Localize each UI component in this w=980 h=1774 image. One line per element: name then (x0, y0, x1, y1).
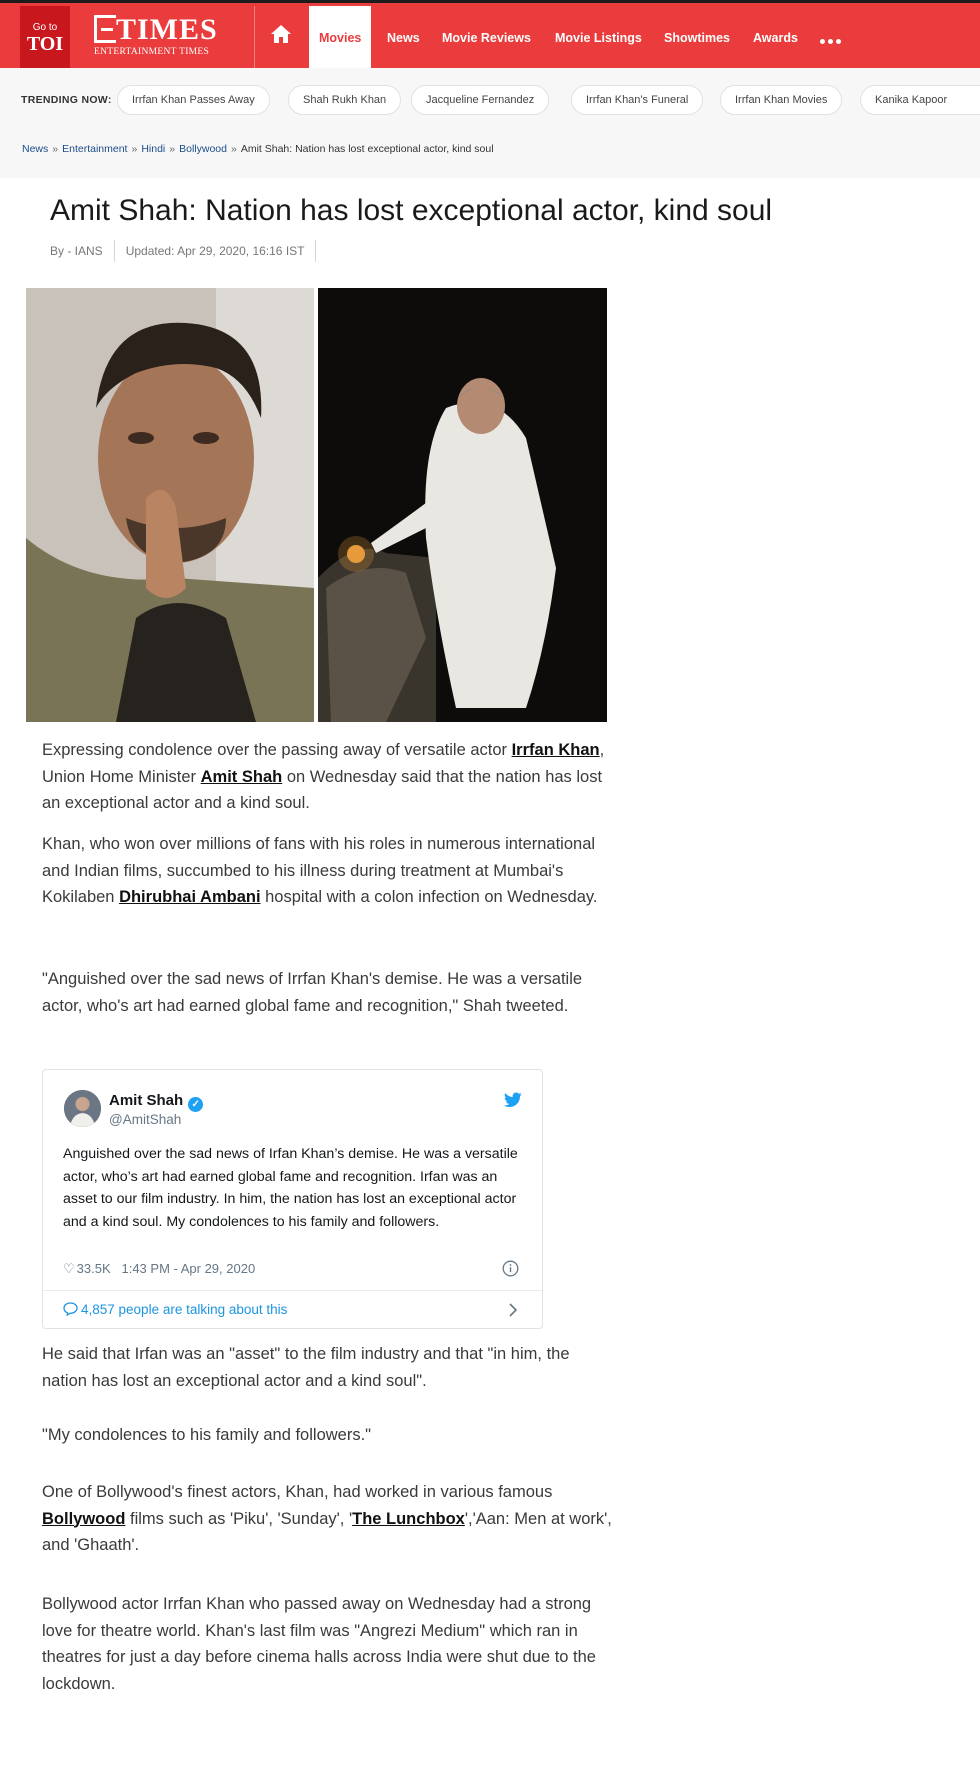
article-paragraph: "Anguished over the sad news of Irrfan K… (42, 970, 583, 1015)
breadcrumb-link[interactable]: Bollywood (179, 143, 227, 155)
twitter-bird-icon[interactable] (503, 1092, 522, 1108)
actor-portrait-photo (26, 288, 314, 722)
nav-item-movies[interactable]: Movies (309, 6, 372, 71)
info-icon[interactable] (502, 1260, 519, 1277)
article-paragraph: Expressing condolence over the passing a… (42, 737, 612, 817)
tweet-author-name-text: Amit Shah (109, 1092, 184, 1109)
article-byline: By - IANS Updated: Apr 29, 2020, 16:16 IS… (50, 240, 327, 262)
top-navigation-bar: Go to TOI TIMES ENTERTAINMENT TIMES Movi… (0, 0, 980, 71)
etimes-logo-wordmark: TIMES (94, 15, 218, 45)
breadcrumb-separator: » (169, 143, 176, 155)
article-paragraph: One of Bollywood's finest actors, Khan, … (42, 1479, 612, 1559)
trending-chip[interactable]: Kanika Kapoor (860, 85, 980, 115)
breadcrumb-link[interactable]: Hindi (141, 143, 165, 155)
breadcrumb-separator: » (131, 143, 138, 155)
paragraph-text: Expressing condolence over the passing a… (42, 741, 512, 759)
breadcrumb: News» Entertainment» Hindi» Bollywood» Amit … (22, 143, 494, 155)
goto-toi-line1: Go to (32, 22, 58, 33)
trending-bar: TRENDING NOW: Irrfan Khan Passes Away Sh… (0, 68, 980, 178)
article-updated: Updated: Apr 29, 2020, 16:16 IST (126, 240, 317, 262)
tweet-author-name[interactable]: Amit Shah ✓ (109, 1092, 204, 1112)
trending-chip[interactable]: Irrfan Khan Movies (720, 85, 843, 115)
bollywood-link[interactable]: Bollywood (42, 1510, 125, 1528)
etimes-logo[interactable]: TIMES ENTERTAINMENT TIMES (94, 15, 218, 57)
article-paragraph: Bollywood actor Irrfan Khan who passed a… (42, 1595, 596, 1693)
breadcrumb-separator: » (230, 143, 237, 155)
goto-toi-button[interactable]: Go to TOI (20, 6, 70, 68)
verified-badge-icon: ✓ (188, 1097, 204, 1112)
tweet-author-avatar[interactable] (64, 1090, 101, 1127)
trending-label: TRENDING NOW: (21, 94, 112, 106)
tweet-conversation-text: 4,857 people are talking about this (81, 1302, 288, 1317)
etimes-logo-text: TIMES (116, 13, 218, 46)
article-paragraph: He said that Irfan was an "asset" to the… (42, 1345, 570, 1390)
dhirubhai-ambani-link[interactable]: Dhirubhai Ambani (119, 888, 260, 906)
trending-chip[interactable]: Shah Rukh Khan (288, 85, 402, 115)
tweet-conversation-link[interactable]: 4,857 people are talking about this (63, 1302, 287, 1317)
minister-tribute-photo (318, 288, 607, 722)
amit-shah-link[interactable]: Amit Shah (201, 768, 283, 786)
nav-item-news[interactable]: News (387, 6, 420, 71)
article-image (26, 288, 607, 722)
home-icon[interactable] (270, 24, 292, 44)
tweet-text: Anguished over the sad news of Irfan Kha… (63, 1146, 518, 1230)
article-paragraph: "My condolences to his family and follow… (42, 1426, 372, 1444)
tweet-divider (43, 1290, 542, 1291)
article-author: By - IANS (50, 240, 115, 262)
breadcrumb-current: Amit Shah: Nation has lost exceptional a… (240, 143, 494, 155)
nav-item-movie-listings[interactable]: Movie Listings (555, 6, 642, 71)
embedded-tweet[interactable]: Amit Shah ✓ @AmitShah Anguished over the … (42, 1069, 543, 1329)
breadcrumb-link[interactable]: News (22, 143, 48, 155)
etimes-logo-subtitle: ENTERTAINMENT TIMES (94, 47, 210, 57)
paragraph-text: One of Bollywood's finest actors, Khan, … (42, 1483, 553, 1501)
paragraph-text: hospital with a colon infection on Wedne… (260, 888, 598, 906)
breadcrumb-link[interactable]: Entertainment (62, 143, 127, 155)
the-lunchbox-link[interactable]: The Lunchbox (352, 1510, 465, 1528)
trending-chip[interactable]: Irrfan Khan Passes Away (117, 85, 270, 115)
speech-bubble-icon (63, 1302, 78, 1317)
irrfan-khan-link[interactable]: Irrfan Khan (512, 741, 600, 759)
heart-icon[interactable]: ♡ (63, 1261, 75, 1277)
article-paragraph: Khan, who won over millions of fans with… (42, 831, 612, 911)
tweet-meta: ♡ 33.5K 1:43 PM - Apr 29, 2020 (63, 1261, 255, 1277)
nav-item-movie-reviews[interactable]: Movie Reviews (442, 6, 531, 71)
goto-toi-line2: TOI (26, 33, 64, 55)
more-menu-icon[interactable] (820, 31, 844, 49)
nav-divider (254, 6, 255, 71)
tweet-timestamp[interactable]: 1:43 PM - Apr 29, 2020 (121, 1261, 255, 1276)
chevron-right-icon[interactable] (508, 1303, 518, 1317)
paragraph-text: films such as 'Piku', 'Sunday', ' (125, 1509, 353, 1528)
article-title: Amit Shah: Nation has lost exceptional a… (50, 194, 773, 227)
etimes-e-mark (94, 15, 116, 43)
breadcrumb-separator: » (52, 143, 59, 155)
nav-item-awards[interactable]: Awards (753, 6, 798, 71)
nav-item-showtimes[interactable]: Showtimes (664, 6, 730, 71)
tweet-author-handle[interactable]: @AmitShah (109, 1112, 181, 1127)
trending-chip[interactable]: Jacqueline Fernandez (411, 85, 550, 115)
tweet-like-count[interactable]: 33.5K (77, 1261, 111, 1276)
trending-chip[interactable]: Irrfan Khan's Funeral (571, 85, 704, 115)
